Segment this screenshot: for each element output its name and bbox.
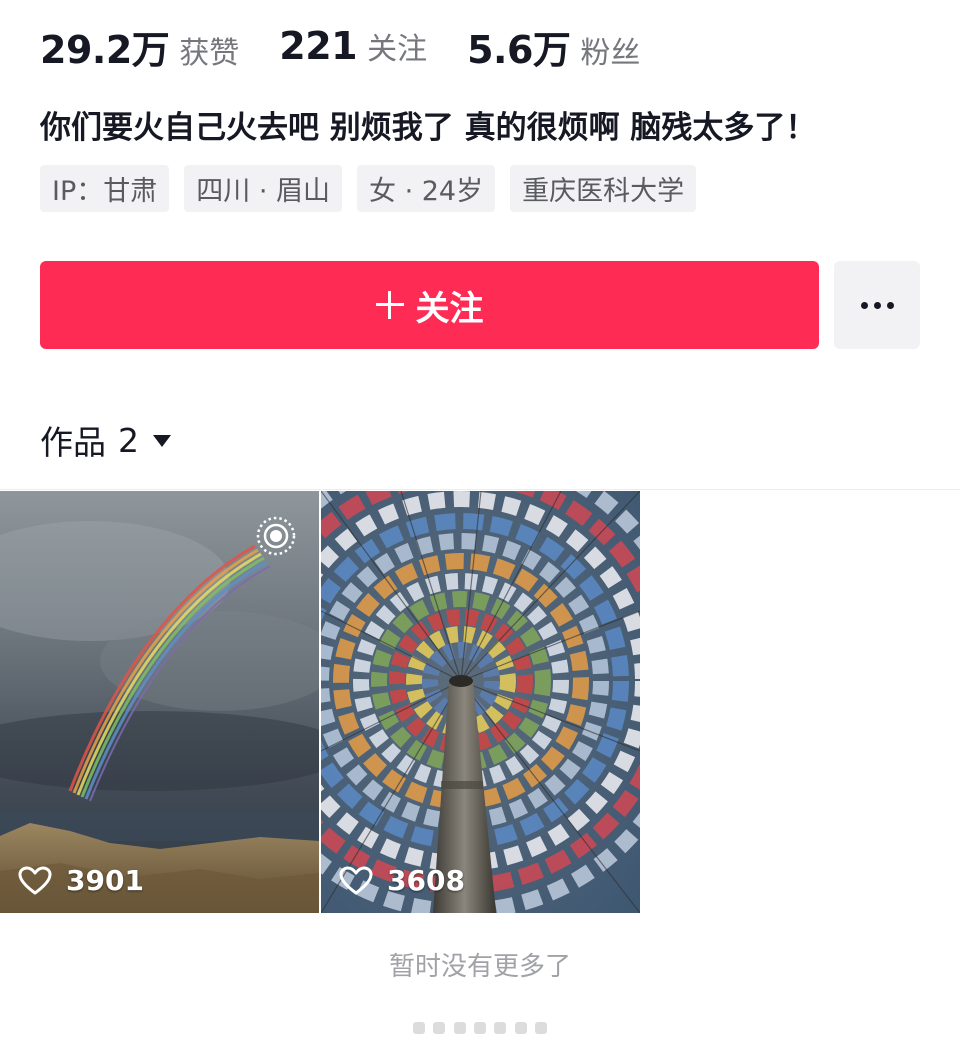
video-likes-count: 3608 — [387, 864, 465, 897]
video-thumbnail-prayer-flags — [321, 491, 640, 913]
tag-school[interactable]: 重庆医科大学 — [510, 165, 697, 212]
tag-hometown[interactable]: 四川 · 眉山 — [184, 165, 342, 212]
watermark-mosaic — [413, 1019, 547, 1037]
video-card-rainbow[interactable]: 3901 — [0, 491, 319, 913]
profile-tags: IP：甘肃 四川 · 眉山 女 · 24岁 重庆医科大学 — [40, 165, 711, 212]
profile-stats: 29.2万 获赞 221 关注 5.6万 粉丝 — [40, 18, 680, 74]
live-photo-icon — [256, 516, 296, 556]
stat-value: 29.2万 — [40, 27, 170, 72]
tag-gender-age: 女 · 24岁 — [357, 165, 496, 212]
heart-icon — [339, 866, 373, 894]
caret-down-icon — [153, 435, 171, 447]
stat-value: 5.6万 — [467, 27, 571, 72]
works-title: 作品 — [40, 423, 106, 462]
follow-button-label: 关注 — [415, 288, 484, 329]
stat-followers[interactable]: 5.6万 粉丝 — [467, 19, 640, 74]
stat-likes[interactable]: 29.2万 获赞 — [40, 19, 239, 74]
more-icon — [858, 301, 897, 309]
no-more-text: 暂时没有更多了 — [388, 952, 571, 982]
heart-icon — [18, 866, 52, 894]
video-likes-count: 3901 — [66, 864, 144, 897]
profile-bio: 你们要火自己火去吧 别烦我了 真的很烦啊 脑残太多了！ — [40, 110, 817, 146]
stat-value: 221 — [279, 24, 358, 68]
stat-label: 获赞 — [179, 35, 240, 71]
stat-label: 关注 — [367, 32, 428, 67]
video-likes: 3901 — [18, 864, 144, 897]
stat-label: 粉丝 — [580, 35, 641, 71]
more-button[interactable] — [834, 261, 920, 349]
plus-icon — [375, 291, 404, 319]
stat-following[interactable]: 221 关注 — [279, 24, 427, 68]
tag-ip-location: IP：甘肃 — [40, 165, 170, 212]
video-grid: 3901 3608 — [0, 491, 960, 913]
works-tab[interactable]: 作品 2 — [40, 414, 171, 466]
video-likes: 3608 — [339, 864, 465, 897]
follow-button[interactable]: 关注 — [40, 261, 819, 349]
video-card-prayer-flags[interactable]: 3608 — [321, 491, 640, 913]
divider — [0, 489, 960, 490]
works-count: 2 — [118, 420, 139, 460]
